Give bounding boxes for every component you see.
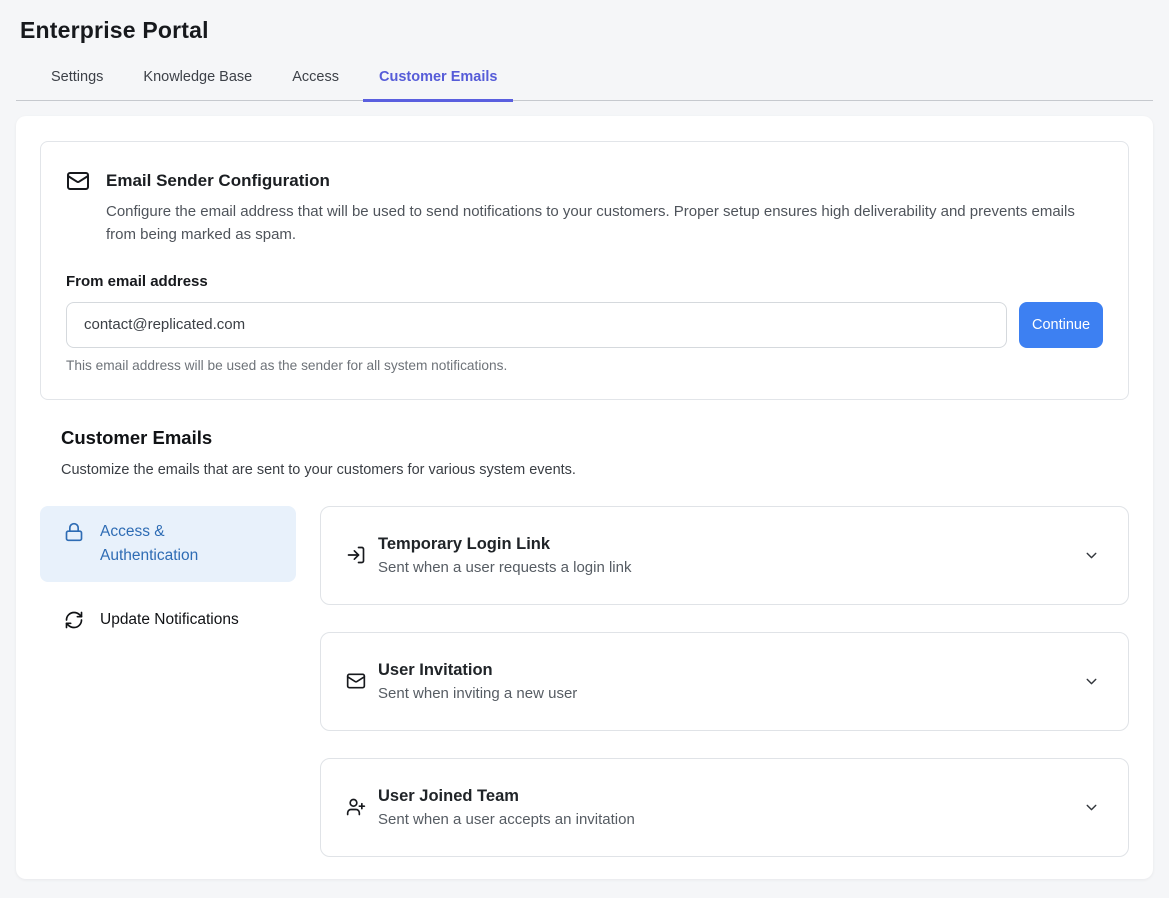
customer-emails-heading: Customer Emails — [61, 427, 1129, 449]
lock-icon — [64, 522, 84, 542]
from-email-helper-text: This email address will be used as the s… — [66, 358, 1103, 373]
customer-emails-description: Customize the emails that are sent to yo… — [61, 462, 1129, 478]
user-plus-icon — [346, 797, 366, 817]
chevron-down-icon[interactable] — [1083, 673, 1100, 690]
email-card-subtitle: Sent when inviting a new user — [378, 685, 577, 702]
email-card-title: User Joined Team — [378, 787, 635, 806]
email-card-subtitle: Sent when a user accepts an invitation — [378, 811, 635, 828]
sidebar-item-label: Access & Authentication — [100, 520, 250, 568]
email-card-title: User Invitation — [378, 661, 577, 680]
page-header: Enterprise Portal — [0, 0, 1169, 44]
refresh-icon — [64, 610, 84, 630]
from-email-label: From email address — [66, 273, 1103, 290]
continue-button[interactable]: Continue — [1019, 302, 1103, 348]
tab-customer-emails[interactable]: Customer Emails — [363, 69, 513, 102]
tab-settings[interactable]: Settings — [35, 69, 119, 102]
tab-bar: Settings Knowledge Base Access Customer … — [16, 69, 1153, 101]
email-card-title: Temporary Login Link — [378, 535, 631, 554]
email-card-subtitle: Sent when a user requests a login link — [378, 559, 631, 576]
email-category-sidebar: Access & Authentication Update Notificat… — [40, 506, 296, 646]
log-in-icon — [346, 545, 366, 565]
mail-icon — [346, 671, 366, 691]
chevron-down-icon[interactable] — [1083, 799, 1100, 816]
tab-knowledge-base[interactable]: Knowledge Base — [127, 69, 268, 102]
email-card-user-joined-team[interactable]: User Joined Team Sent when a user accept… — [320, 758, 1129, 857]
tab-access[interactable]: Access — [276, 69, 355, 102]
main-panel: Email Sender Configuration Configure the… — [16, 116, 1153, 879]
email-template-list: Temporary Login Link Sent when a user re… — [320, 506, 1129, 857]
email-card-temporary-login-link[interactable]: Temporary Login Link Sent when a user re… — [320, 506, 1129, 605]
page-title: Enterprise Portal — [20, 17, 1149, 44]
email-card-user-invitation[interactable]: User Invitation Sent when inviting a new… — [320, 632, 1129, 731]
sender-card-title: Email Sender Configuration — [106, 169, 330, 191]
from-email-input[interactable] — [66, 302, 1007, 348]
email-sender-configuration-card: Email Sender Configuration Configure the… — [40, 141, 1129, 400]
customer-emails-section-header: Customer Emails Customize the emails tha… — [61, 427, 1129, 478]
sidebar-item-update-notifications[interactable]: Update Notifications — [40, 594, 296, 646]
sidebar-item-label: Update Notifications — [100, 608, 239, 632]
sidebar-item-access-authentication[interactable]: Access & Authentication — [40, 506, 296, 582]
mail-icon — [66, 169, 90, 193]
chevron-down-icon[interactable] — [1083, 547, 1100, 564]
sender-card-description: Configure the email address that will be… — [106, 200, 1086, 247]
